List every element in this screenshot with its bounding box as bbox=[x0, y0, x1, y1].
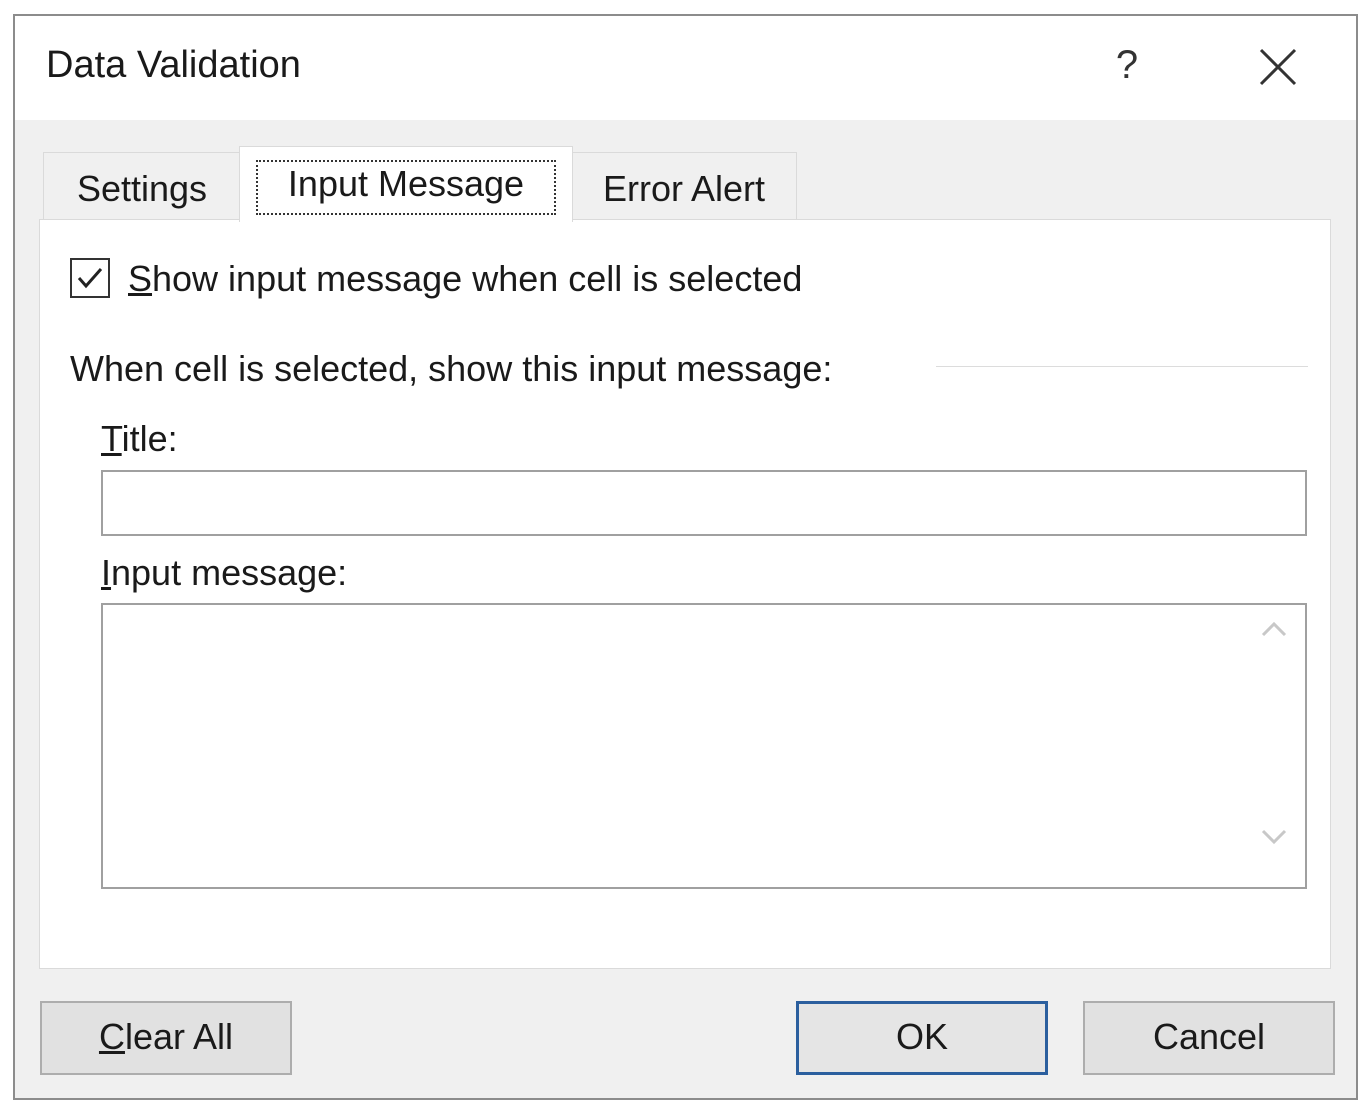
show-input-message-label: Show input message when cell is selected bbox=[128, 256, 802, 302]
tab-error-alert[interactable]: Error Alert bbox=[571, 152, 797, 220]
tab-settings[interactable]: Settings bbox=[43, 152, 241, 220]
group-heading: When cell is selected, show this input m… bbox=[70, 348, 833, 389]
input-message-label: Input message: bbox=[101, 550, 347, 596]
scroll-down-button[interactable] bbox=[1243, 821, 1305, 881]
input-message-panel: Show input message when cell is selected… bbox=[39, 219, 1331, 969]
close-icon bbox=[1259, 48, 1297, 86]
chevron-up-icon bbox=[1261, 621, 1287, 637]
title-input[interactable] bbox=[101, 470, 1307, 536]
ok-button[interactable]: OK bbox=[796, 1001, 1048, 1075]
input-message-textarea[interactable] bbox=[103, 605, 1243, 887]
clear-all-button[interactable]: Clear All bbox=[40, 1001, 292, 1075]
tab-input-message-label: Input Message bbox=[287, 163, 525, 204]
data-validation-dialog: Data Validation ? Settings Input Message… bbox=[13, 14, 1358, 1100]
title-label: Title: bbox=[101, 416, 178, 462]
mnemonic-t: T bbox=[101, 418, 122, 459]
clear-all-label: lear All bbox=[124, 1016, 234, 1057]
tab-input-message[interactable]: Input Message bbox=[239, 146, 573, 222]
tab-settings-label: Settings bbox=[76, 168, 208, 209]
mnemonic-i: I bbox=[101, 552, 112, 593]
help-button[interactable]: ? bbox=[1105, 38, 1149, 92]
group-divider bbox=[936, 366, 1308, 367]
close-button[interactable] bbox=[1247, 40, 1303, 96]
cancel-button[interactable]: Cancel bbox=[1083, 1001, 1335, 1075]
scroll-up-button[interactable] bbox=[1243, 615, 1305, 675]
help-icon: ? bbox=[1115, 43, 1139, 87]
title-bar: Data Validation ? bbox=[15, 16, 1356, 120]
vertical-scrollbar[interactable] bbox=[1243, 605, 1305, 887]
label-text: how input message when cell is selected bbox=[152, 258, 803, 299]
checkmark-icon bbox=[77, 268, 103, 289]
dialog-title: Data Validation bbox=[46, 44, 301, 86]
tab-error-alert-label: Error Alert bbox=[602, 168, 766, 209]
mnemonic-s: S bbox=[128, 258, 153, 299]
checkbox-box[interactable] bbox=[70, 258, 110, 298]
label-text: nput message: bbox=[111, 552, 348, 593]
chevron-down-icon bbox=[1261, 829, 1287, 845]
mnemonic-c: C bbox=[98, 1016, 125, 1057]
label-text: itle: bbox=[121, 418, 178, 459]
input-message-field bbox=[101, 603, 1307, 889]
